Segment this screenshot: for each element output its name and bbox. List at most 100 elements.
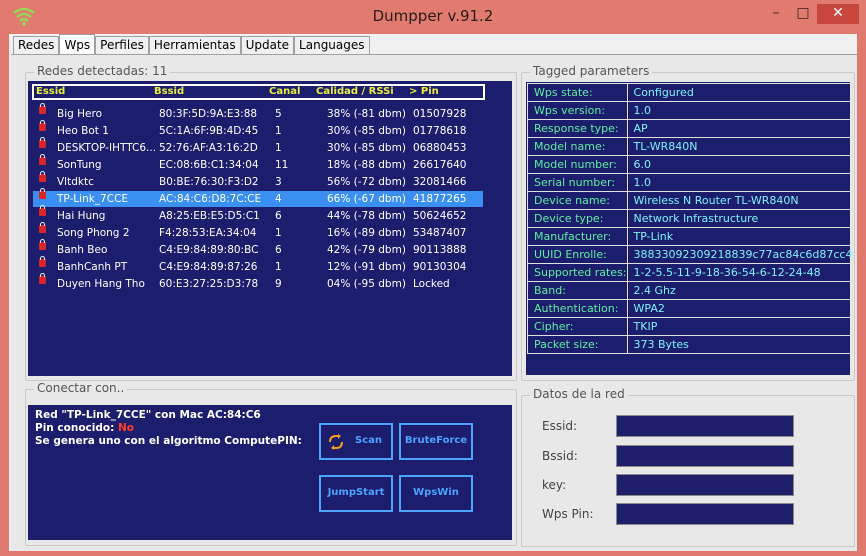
parameter-value: 38833092309218839c77ac84c6d87cc4 <box>626 245 854 264</box>
network-essid: Banh Beo <box>57 244 108 256</box>
parameter-name: Model number: <box>527 155 628 174</box>
tab-wps[interactable]: Wps <box>59 34 96 54</box>
network-canal: 1 <box>275 125 282 137</box>
network-calidad: 38% (-81 dbm) <box>327 108 406 120</box>
tab-redes[interactable]: Redes <box>13 36 60 54</box>
tab-perfiles[interactable]: Perfiles <box>95 36 149 54</box>
network-row[interactable]: DESKTOP-IHTTC6... 52:76:AF:A3:16:2D 1 30% (… <box>33 137 483 156</box>
parameter-value: 373 Bytes <box>626 335 854 354</box>
network-essid: BanhCanh PT <box>57 261 128 273</box>
network-bssid: A8:25:EB:E5:D5:C1 <box>159 210 260 222</box>
parameter-value: TP-Link <box>626 227 854 246</box>
known-pin-value: No <box>117 422 134 434</box>
network-list[interactable]: Essid Bssid Canal Calidad / RSSi > Pin B… <box>28 81 512 376</box>
key-label: key: <box>542 478 567 492</box>
network-bssid: C4:E9:84:89:80:BC <box>159 244 259 256</box>
column-pin[interactable]: > Pin <box>409 86 439 98</box>
network-essid: Duyen Hang Tho <box>57 278 145 290</box>
tagged-parameter-row: Model name: TL-WR840N <box>527 137 854 156</box>
parameter-name: Band: <box>527 281 628 300</box>
column-calidad[interactable]: Calidad / RSSi <box>316 86 394 98</box>
compute-pin-line: Se genera uno con el algoritmo ComputePI… <box>35 435 302 447</box>
parameter-value: 1.0 <box>626 101 854 120</box>
column-bssid[interactable]: Bssid <box>154 86 184 98</box>
detected-networks-title: Redes detectadas: 11 <box>34 64 171 78</box>
network-list-header: Essid Bssid Canal Calidad / RSSi > Pin <box>32 84 485 100</box>
network-row[interactable]: Heo Bot 1 5C:1A:6F:9B:4D:45 1 30% (-85 dbm)… <box>33 120 483 139</box>
lock-icon <box>39 239 46 250</box>
network-essid: Big Hero <box>57 108 102 120</box>
connect-panel: Red "TP-Link_7CCE" con Mac AC:84:C6 Pin … <box>28 405 512 540</box>
known-pin-label: Pin conocido: <box>35 422 118 434</box>
bruteforce-button[interactable]: BruteForce <box>399 423 473 460</box>
network-row[interactable]: Song Phong 2 F4:28:53:EA:34:04 1 16% (-89 d… <box>33 222 483 241</box>
tagged-parameter-row: Wps version: 1.0 <box>527 101 854 120</box>
network-essid: Hai Hung <box>57 210 106 222</box>
parameter-name: Wps version: <box>527 101 628 120</box>
parameter-value: 1.0 <box>626 173 854 192</box>
column-canal[interactable]: Canal <box>269 86 300 98</box>
parameter-name: Packet size: <box>527 335 628 354</box>
tagged-parameters-title: Tagged parameters <box>530 64 653 78</box>
lock-icon <box>39 171 46 182</box>
wps-pin-label: Wps Pin: <box>542 507 594 521</box>
tab-languages[interactable]: Languages <box>294 36 370 54</box>
network-row[interactable]: Big Hero 80:3F:5D:9A:E3:88 5 38% (-81 dbm) 0… <box>33 103 483 122</box>
wpswin-button[interactable]: WpsWin <box>399 475 473 512</box>
parameter-value: TKIP <box>626 317 854 336</box>
network-pin: 06880453 <box>413 142 467 154</box>
parameter-name: Supported rates: <box>527 263 628 282</box>
known-pin-line: Pin conocido: No <box>35 422 134 435</box>
wps-pin-field[interactable] <box>616 503 794 525</box>
parameter-value: 1-2-5.5-11-9-18-36-54-6-12-24-48 <box>626 263 854 282</box>
network-calidad: 44% (-78 dbm) <box>327 210 406 222</box>
network-pin: 50624652 <box>413 210 467 222</box>
tagged-parameters-table: Wps state: Configured Wps version: 1.0 Respo… <box>527 83 854 354</box>
bssid-field[interactable] <box>616 445 794 467</box>
tagged-parameter-row: Manufacturer: TP-Link <box>527 227 854 246</box>
scan-button[interactable]: Scan <box>319 423 393 460</box>
parameter-name: Response type: <box>527 119 628 138</box>
network-row[interactable]: Hai Hung A8:25:EB:E5:D5:C1 6 44% (-78 dbm) 5… <box>33 205 483 224</box>
network-essid: Heo Bot 1 <box>57 125 109 137</box>
network-canal: 4 <box>275 193 282 205</box>
network-pin: Locked <box>413 278 450 290</box>
parameter-name: Device name: <box>527 191 628 210</box>
essid-label: Essid: <box>542 419 578 433</box>
lock-icon <box>39 222 46 233</box>
network-row[interactable]: BanhCanh PT C4:E9:84:89:87:26 1 12% (-91 db… <box>33 256 483 275</box>
network-bssid: 80:3F:5D:9A:E3:88 <box>159 108 258 120</box>
network-canal: 3 <box>275 176 282 188</box>
network-essid: DESKTOP-IHTTC6... <box>57 142 157 154</box>
close-button[interactable]: ✕ <box>817 4 859 24</box>
network-bssid: B0:BE:76:30:F3:D2 <box>159 176 259 188</box>
parameter-value: TL-WR840N <box>626 137 854 156</box>
network-bssid: 60:E3:27:25:D3:78 <box>159 278 259 290</box>
minimize-button[interactable]: – <box>765 4 787 24</box>
tab-update[interactable]: Update <box>240 36 295 54</box>
parameter-name: Authentication: <box>527 299 628 318</box>
network-row[interactable]: Duyen Hang Tho 60:E3:27:25:D3:78 9 04% (-95… <box>33 273 483 292</box>
network-pin: 26617640 <box>413 159 467 171</box>
bssid-label: Bssid: <box>542 449 578 463</box>
column-essid[interactable]: Essid <box>36 86 65 98</box>
network-canal: 9 <box>275 278 282 290</box>
parameter-value: 6.0 <box>626 155 854 174</box>
lock-icon <box>39 120 46 131</box>
title-bar: Dumpper v.91.2 – □ ✕ <box>0 0 866 34</box>
key-field[interactable] <box>616 474 794 496</box>
window-title: Dumpper v.91.2 <box>372 7 494 25</box>
essid-field[interactable] <box>616 415 794 437</box>
parameter-value: WPA2 <box>626 299 854 318</box>
network-row[interactable]: Vltdktc B0:BE:76:30:F3:D2 3 56% (-72 dbm) 32… <box>33 171 483 190</box>
network-data-title: Datos de la red <box>530 387 628 401</box>
tab-herramientas[interactable]: Herramientas <box>148 36 241 54</box>
tagged-parameter-row: Cipher: TKIP <box>527 317 854 336</box>
maximize-button[interactable]: □ <box>792 4 814 24</box>
network-row[interactable]: Banh Beo C4:E9:84:89:80:BC 6 42% (-79 dbm) 9… <box>33 239 483 258</box>
network-pin: 90130304 <box>413 261 467 273</box>
jumpstart-button[interactable]: JumpStart <box>319 475 393 512</box>
network-row[interactable]: TP-Link_7CCE AC:84:C6:D8:7C:CE 4 66% (-67 d… <box>33 188 483 207</box>
parameter-value: 2.4 Ghz <box>626 281 854 300</box>
network-row[interactable]: SonTung EC:08:6B:C1:34:04 11 18% (-88 dbm) 2… <box>33 154 483 173</box>
